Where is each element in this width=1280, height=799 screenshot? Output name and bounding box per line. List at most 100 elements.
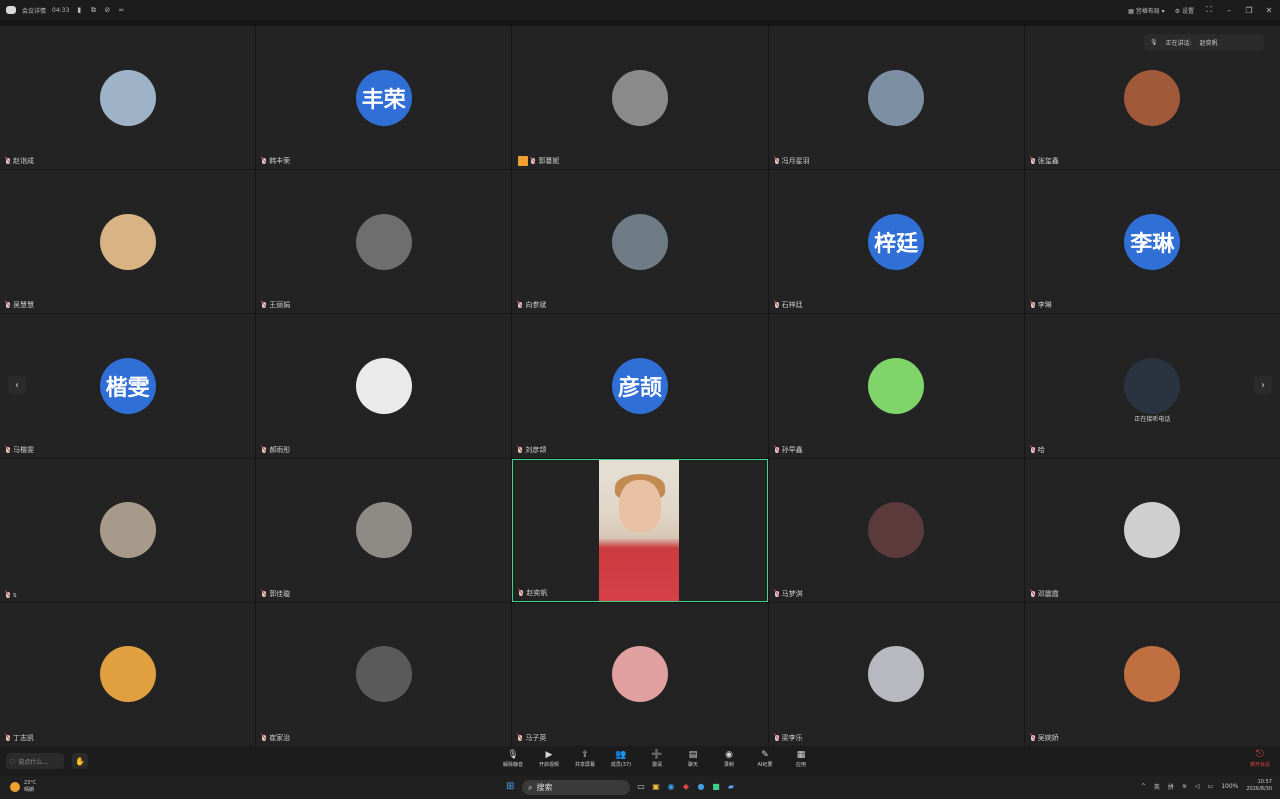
toolbar-record-button[interactable]: ◉ 录制 <box>716 749 742 768</box>
participant-tile[interactable]: 冯月星羽 <box>768 26 1024 170</box>
avatar: 楷雯 <box>99 357 156 414</box>
avatar <box>611 69 668 126</box>
popout-icon[interactable]: ⧉ <box>89 6 97 14</box>
participant-tile[interactable]: 楷雯马楷雯 <box>0 314 256 458</box>
avatar <box>1124 646 1181 703</box>
edge-icon[interactable]: ◉ <box>666 781 676 791</box>
chevron-up-icon[interactable]: ^ <box>1141 783 1146 790</box>
avatar <box>355 502 412 559</box>
taskbar-search[interactable]: ⌕ 搜索 <box>522 780 630 795</box>
participant-tile[interactable]: 丰荣 韩丰荣 <box>256 26 512 170</box>
layout-dropdown[interactable]: ▦ 宫格布局 ▾ <box>1128 6 1165 15</box>
avatar <box>99 213 156 270</box>
title-bar: 会议详情 04:33 ▮ ⧉ ⊘ ∞ ▦ 宫格布局 ▾ ⚙ 设置 ⛶ – ❐ ✕ <box>0 0 1280 20</box>
participant-name: 李琳 <box>1030 300 1052 310</box>
minimize-icon[interactable]: – <box>1224 6 1234 15</box>
apps-icon: ▦ <box>796 750 806 760</box>
toolbar-minutes-button[interactable]: ✎ AI纪要 <box>752 749 778 768</box>
participant-tile[interactable]: 正在接听电话哈 <box>1024 314 1280 458</box>
avatar: 彦颉 <box>611 357 668 414</box>
participant-tile[interactable]: 邓震霞 <box>1024 458 1280 602</box>
avatar <box>868 502 925 559</box>
participant-tile[interactable]: 李琳 李琳 <box>1024 170 1280 314</box>
mic-muted-icon <box>518 446 523 453</box>
participant-tile[interactable]: 郝雨彤 <box>256 314 512 458</box>
toolbar-apps-button[interactable]: ▦ 应用 <box>788 749 814 768</box>
participant-tile[interactable]: 孙早鑫 <box>768 314 1024 458</box>
volume-icon[interactable]: ◁ <box>1195 783 1200 790</box>
participant-name: s <box>6 591 17 599</box>
mic-muted-icon <box>519 589 524 596</box>
avatar <box>99 646 156 703</box>
participant-tile[interactable]: 彦颉刘彦颉 <box>512 314 768 458</box>
participant-name: 丁志凯 <box>6 733 34 743</box>
participant-name: 吴婉娇 <box>1030 733 1059 743</box>
participant-tile[interactable]: 丁志凯 <box>0 602 256 746</box>
participant-tile[interactable]: 马梦淇 <box>768 458 1024 602</box>
participant-tile[interactable]: 马子英 <box>512 602 768 746</box>
system-tray: ^ 英 拼 ≋ ◁ ▭ 100% 10:57 2026/8/30 <box>1140 779 1272 793</box>
participant-name: 向参斌 <box>518 300 546 310</box>
toolbar-mic-button[interactable]: 🎙 解除静音 <box>500 749 526 768</box>
participant-name: 冯月星羽 <box>774 156 810 166</box>
participant-tile[interactable]: 向参斌 <box>512 170 768 314</box>
mic-muted-icon <box>1030 158 1035 165</box>
participant-tile[interactable]: 赵诣成 <box>0 26 256 170</box>
leave-meeting-button[interactable]: ⎋ 离开会议 <box>1250 749 1270 768</box>
participant-name: 马楷雯 <box>6 445 34 455</box>
toolbar-camera-button[interactable]: ▶ 开启视频 <box>536 749 562 768</box>
participant-tile[interactable]: 王丽娟 <box>256 170 512 314</box>
prev-page-arrow-icon[interactable]: ‹ <box>8 376 26 394</box>
raise-hand-icon[interactable]: ✋ <box>72 753 88 769</box>
participant-grid: 赵诣成 丰荣 韩丰荣 郭蔓妮 冯月星羽 张玺鑫 吴慧慧 王丽娟 向参斌 梓廷 石梓廷 李琳 李琳 楷雯 马楷… <box>0 26 1280 746</box>
weather-widget[interactable]: 23°C 晴朗 <box>10 780 36 793</box>
meeting-info-link[interactable]: 会议详情 <box>22 6 46 15</box>
chat-input[interactable]: ◌ 说点什么... <box>6 753 64 769</box>
browser-icon[interactable]: ● <box>696 781 706 791</box>
toolbar-members-button[interactable]: 👥 成员(37) <box>608 749 634 768</box>
next-page-arrow-icon[interactable]: › <box>1254 376 1272 394</box>
participant-name: 赵奕帆 <box>519 588 547 598</box>
participant-tile[interactable]: 崔家治 <box>256 602 512 746</box>
battery-icon[interactable]: ▭ <box>1208 783 1214 790</box>
participant-tile[interactable]: s <box>0 458 256 602</box>
participant-tile[interactable]: 梓廷 石梓廷 <box>768 170 1024 314</box>
restore-icon[interactable]: ❐ <box>1244 6 1254 15</box>
search-icon: ⌕ <box>528 782 533 792</box>
close-icon[interactable]: ✕ <box>1264 6 1274 15</box>
participant-name: 刘彦颉 <box>518 445 546 455</box>
wifi-icon[interactable]: ≋ <box>1182 783 1187 790</box>
avatar: 丰荣 <box>355 69 412 126</box>
link-icon[interactable]: ∞ <box>117 6 125 14</box>
windows-start-icon[interactable]: ⊞ <box>506 781 514 792</box>
file-explorer-icon[interactable]: ▣ <box>651 781 661 791</box>
taskbar-apps: ▭ ▣ ◉ ◆ ● ■ ▰ <box>636 781 736 791</box>
participant-tile[interactable]: 梁李乐 <box>768 602 1024 746</box>
meeting-app-icon[interactable]: ▰ <box>726 781 736 791</box>
participant-name: 邓震霞 <box>1030 589 1059 599</box>
mic-muted-icon <box>6 591 10 598</box>
fullscreen-icon[interactable]: ⛶ <box>1204 5 1214 15</box>
clock[interactable]: 10:57 2026/8/30 <box>1246 779 1272 793</box>
members-icon: 👥 <box>615 750 627 760</box>
participant-name: 孙早鑫 <box>774 445 803 455</box>
participant-tile[interactable]: 郭蔓妮 <box>512 26 768 170</box>
mic-muted-icon <box>531 158 536 165</box>
signal-icon[interactable]: ▮ <box>75 6 83 14</box>
participant-tile[interactable]: 吴慧慧 <box>0 170 256 314</box>
toolbar-share-screen-button[interactable]: ⇪ 共享屏幕 <box>572 749 598 768</box>
participant-tile[interactable]: 郭佳璇 <box>256 458 512 602</box>
participant-name: 郭佳璇 <box>262 589 290 599</box>
participant-name: 石梓廷 <box>774 300 803 310</box>
settings-button[interactable]: ⚙ 设置 <box>1175 6 1194 15</box>
participant-name: 郝雨彤 <box>262 445 290 455</box>
toolbar-invite-button[interactable]: ➕ 邀请 <box>644 749 670 768</box>
participant-tile[interactable]: 吴婉娇 <box>1024 602 1280 746</box>
toolbar-chat-button[interactable]: ▤ 聊天 <box>680 749 706 768</box>
wechat-icon[interactable]: ■ <box>711 781 721 791</box>
record-status-icon[interactable]: ⊘ <box>103 6 111 14</box>
task-view-icon[interactable]: ▭ <box>636 781 646 791</box>
store-icon[interactable]: ◆ <box>681 781 691 791</box>
participant-tile[interactable]: 赵奕帆 <box>512 458 768 602</box>
mic-icon: 🎙 <box>507 750 519 760</box>
